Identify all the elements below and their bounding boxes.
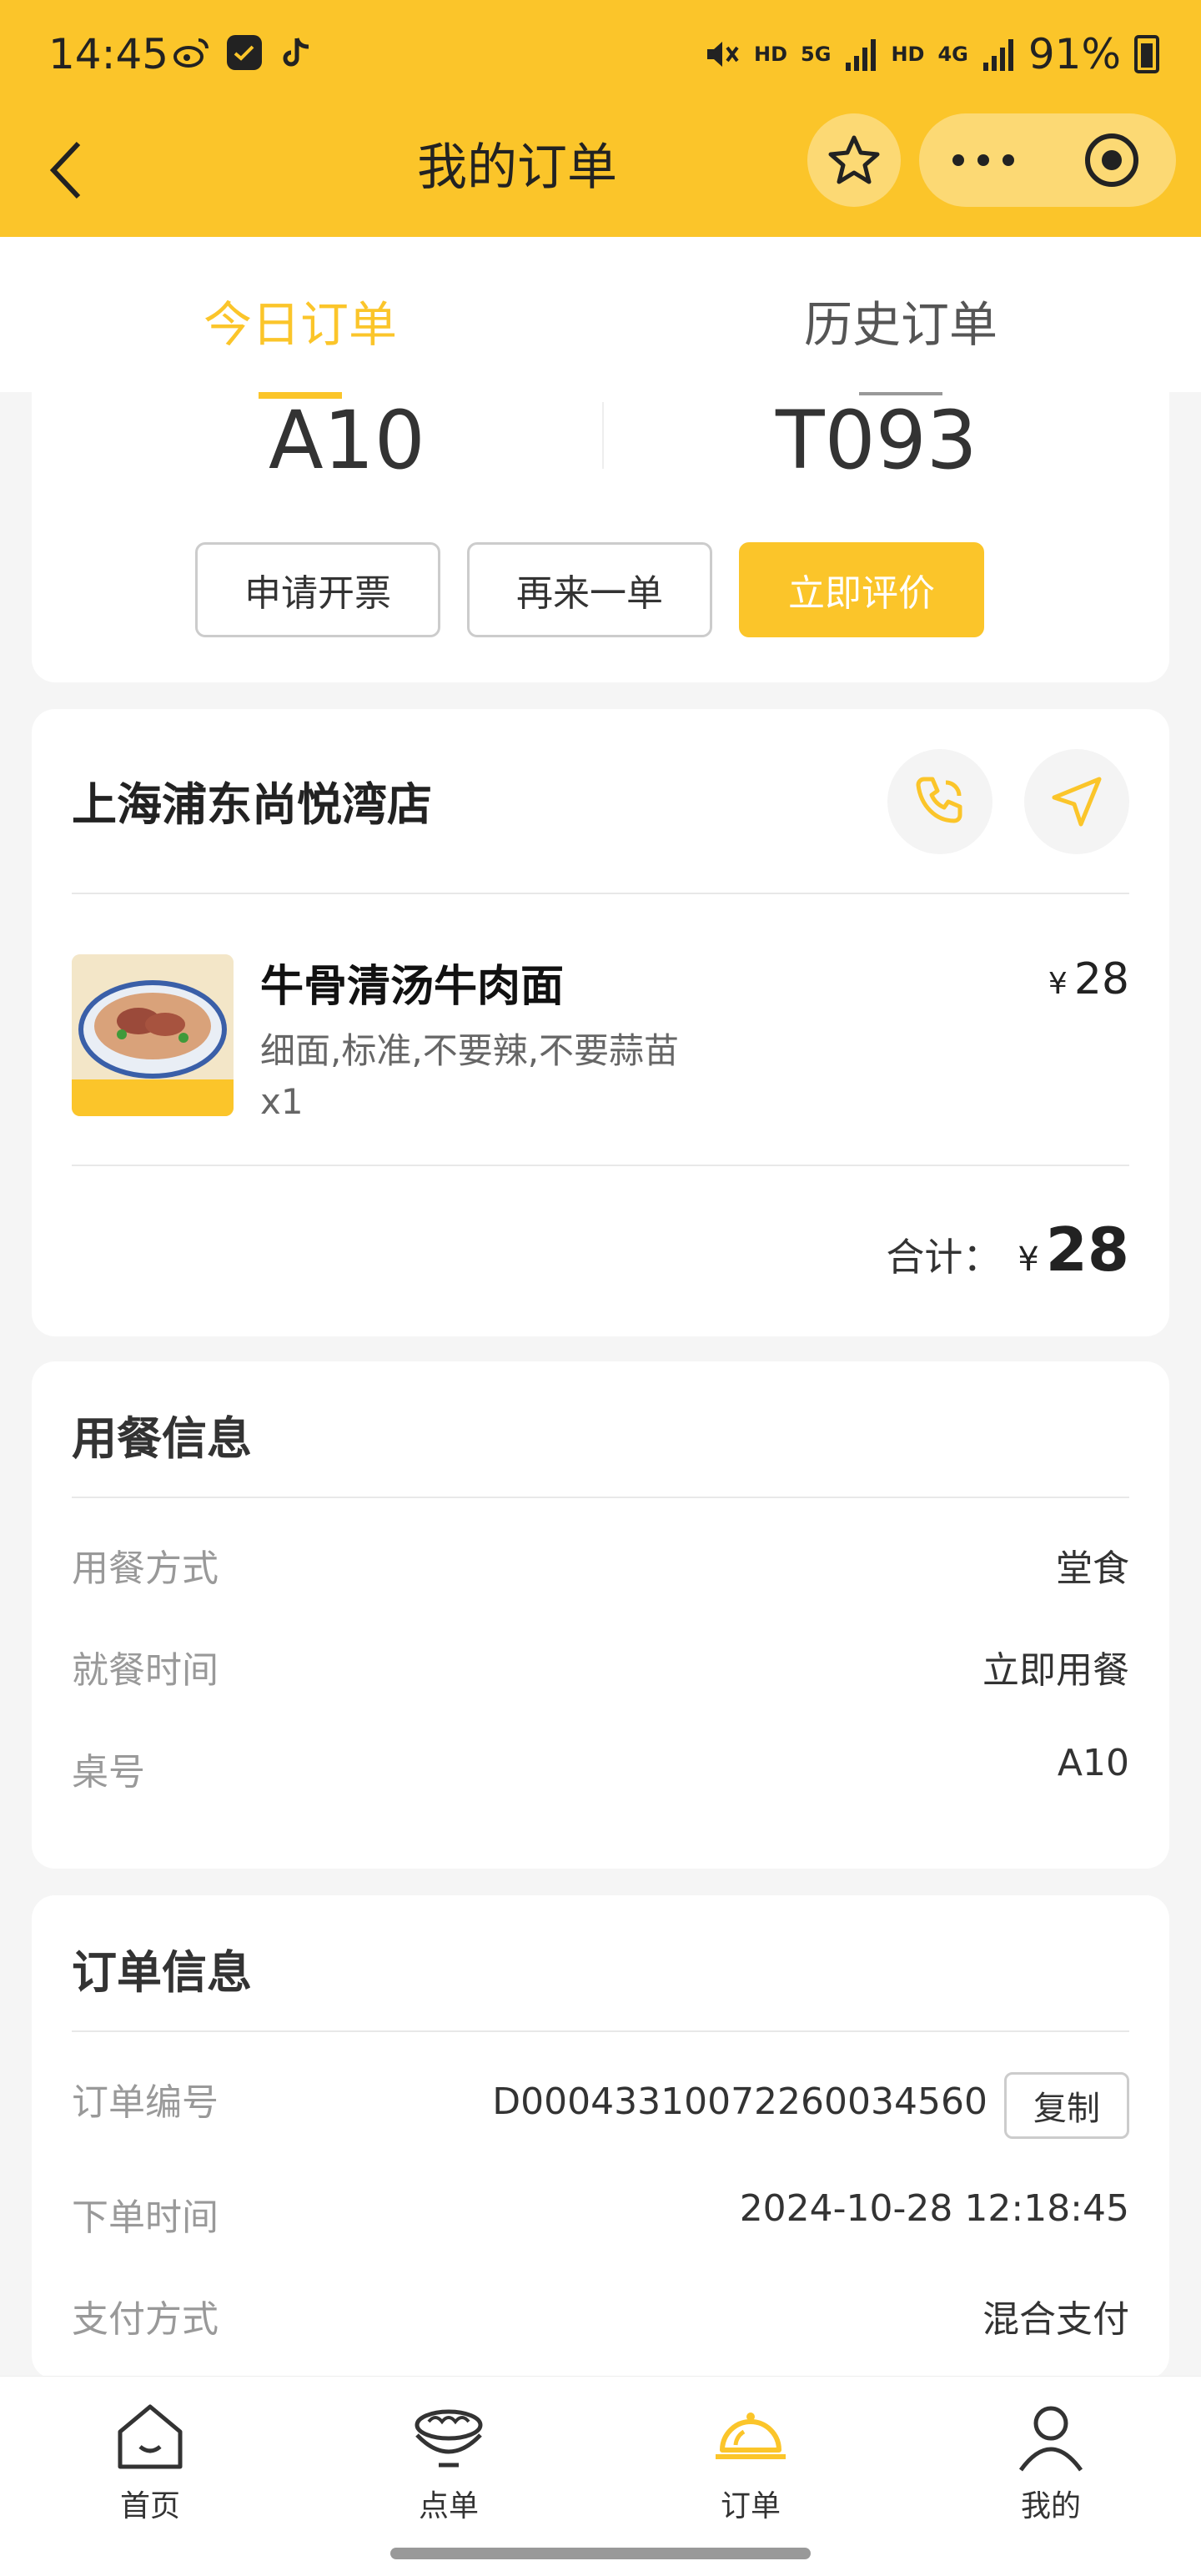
divider	[602, 402, 604, 469]
nav-label: 首页	[119, 2489, 180, 2523]
copy-button[interactable]: 复制	[1004, 2072, 1129, 2139]
signal-icon-1	[846, 39, 877, 71]
weibo-icon	[173, 38, 209, 68]
mute-icon	[707, 42, 739, 67]
user-icon	[1018, 2406, 1083, 2472]
call-store-button[interactable]	[887, 749, 992, 854]
total-label: 合计：	[886, 1235, 1002, 1280]
table-code: A10	[269, 394, 425, 487]
total-row: 合计： ¥ 28	[886, 1215, 1129, 1285]
divider	[72, 1165, 1129, 1166]
close-mini-program-button[interactable]	[1048, 113, 1176, 207]
food-spec: 细面,标准,不要辣,不要蒜苗	[260, 1030, 680, 1071]
status-bar: 14:45 HD 5G HD 4G 91%	[0, 0, 1201, 110]
section-title: 用餐信息	[72, 1412, 252, 1465]
nav-menu[interactable]: 点单	[365, 2397, 532, 2525]
payment-method-value: 混合支付	[982, 2298, 1129, 2341]
store-name: 上海浦东尚悦湾店	[72, 778, 432, 831]
dining-mode-value: 堂食	[1056, 1547, 1129, 1590]
dining-info-card: 用餐信息 用餐方式 堂食 就餐时间 立即用餐 桌号 A10	[32, 1361, 1169, 1869]
nav-profile[interactable]: 我的	[967, 2397, 1134, 2525]
bottom-nav: 首页 点单 订单 我的	[0, 2376, 1201, 2576]
order-tabs: 今日订单 历史订单	[0, 237, 1201, 392]
favorite-button[interactable]	[807, 113, 901, 207]
tab-today-orders[interactable]: 今日订单	[204, 285, 397, 355]
navigate-button[interactable]	[1024, 749, 1129, 854]
payment-method-label: 支付方式	[72, 2298, 219, 2341]
pickup-card: A10 T093 申请开票 再来一单 立即评价	[32, 392, 1169, 682]
beef-noodle-bowl-picture	[72, 954, 234, 1116]
hd-label-2: HD	[891, 43, 925, 66]
nav-bar: 我的订单	[0, 110, 1201, 237]
app-header: 14:45 HD 5G HD 4G 91% 我的订单	[0, 0, 1201, 237]
order-info-card: 订单信息 订单编号 D000433100722600​34560 复制 下单时间…	[32, 1895, 1169, 2379]
signal-icon-2	[982, 39, 1013, 71]
more-dots-icon	[952, 154, 1014, 166]
total-value: 28	[1045, 1215, 1129, 1285]
star-icon	[828, 135, 880, 184]
food-price: ¥28	[1048, 954, 1129, 1004]
table-number-value: A10	[1057, 1742, 1129, 1784]
food-name: 牛骨清汤牛肉面	[260, 962, 565, 1012]
table-number-label: 桌号	[72, 1751, 145, 1794]
order-number-label: 订单编号	[72, 2081, 219, 2124]
nav-label: 订单	[720, 2489, 781, 2523]
home-icon	[118, 2404, 183, 2469]
section-title: 订单信息	[72, 1946, 252, 1999]
divider	[72, 1497, 1129, 1498]
food-price-value: 28	[1073, 954, 1129, 1004]
food-image	[72, 954, 234, 1116]
status-time: 14:45	[48, 30, 169, 78]
nav-home[interactable]: 首页	[67, 2397, 234, 2525]
tab-history-orders[interactable]: 历史订单	[804, 285, 997, 355]
dining-time-label: 就餐时间	[72, 1649, 219, 1692]
bowl-icon	[415, 2409, 483, 2468]
action-buttons: 申请开票 再来一单 立即评价	[195, 542, 984, 637]
order-code: T093	[776, 394, 977, 487]
store-card: 上海浦东尚悦湾店 牛骨清汤牛肉面 细面,标准,不要辣,不要蒜苗 x1 ¥28 合…	[32, 709, 1169, 1336]
order-time-label: 下单时间	[72, 2196, 219, 2239]
phone-icon	[916, 777, 962, 823]
notification-icons	[172, 33, 317, 72]
network-5g-label: 5G	[801, 43, 832, 66]
system-status-icons: HD 5G HD 4G 91%	[704, 30, 1159, 78]
invoice-button[interactable]: 申请开票	[195, 542, 440, 637]
dining-time-value: 立即用餐	[982, 1649, 1129, 1692]
nav-orders[interactable]: 订单	[667, 2397, 834, 2525]
tiktok-icon	[283, 38, 309, 67]
review-button[interactable]: 立即评价	[739, 542, 984, 637]
hd-label-1: HD	[754, 43, 788, 66]
divider	[72, 2030, 1129, 2032]
app-notification-icon	[227, 35, 262, 70]
mini-program-capsule	[919, 113, 1176, 207]
currency-symbol: ¥	[1048, 967, 1068, 1001]
battery-percent: 91%	[1028, 30, 1121, 78]
nav-label: 我的	[1020, 2489, 1081, 2523]
more-button[interactable]	[919, 113, 1048, 207]
divider	[72, 893, 1129, 894]
dining-mode-label: 用餐方式	[72, 1547, 219, 1590]
network-4g-label: 4G	[937, 43, 968, 66]
food-quantity: x1	[260, 1081, 304, 1122]
order-number-value: D000433100722600​34560	[492, 2080, 987, 2123]
reorder-button[interactable]: 再来一单	[467, 542, 712, 637]
home-indicator[interactable]	[390, 2548, 811, 2559]
target-icon	[1085, 133, 1138, 187]
nav-label: 点单	[418, 2489, 479, 2523]
navigation-arrow-icon	[1052, 777, 1102, 827]
cloche-icon	[716, 2412, 786, 2459]
order-time-value: 2024-10-28 12:18:45	[739, 2187, 1129, 2230]
currency-symbol: ¥	[1018, 1240, 1039, 1279]
battery-icon	[1134, 35, 1159, 73]
